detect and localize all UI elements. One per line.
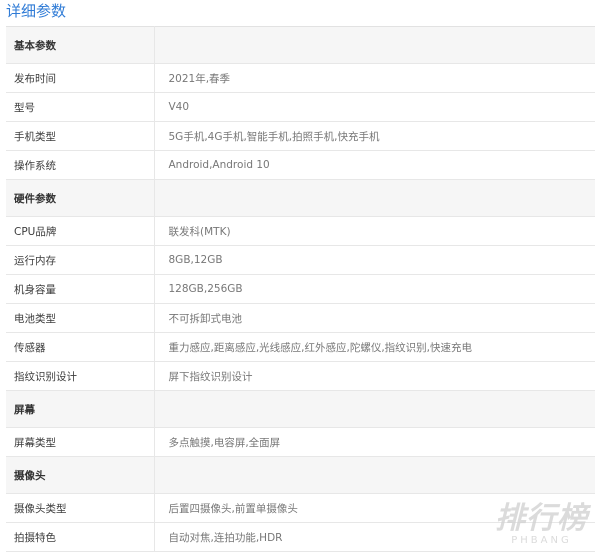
spec-value: 联发科(MTK) [154,216,595,246]
table-row: 型号 V40 [6,92,595,122]
spec-key: 摄像头类型 [6,493,155,523]
spec-value: 屏下指纹识别设计 [154,361,595,391]
spec-key: 型号 [6,92,155,122]
spec-key: 手机类型 [6,121,155,151]
spec-value: 不可拆卸式电池 [154,303,595,333]
table-row: CPU品牌 联发科(MTK) [6,216,595,246]
table-row: 发布时间 2021年,春季 [6,63,595,93]
table-row: 屏幕类型 多点触摸,电容屏,全面屏 [6,427,595,457]
spec-value: 重力感应,距离感应,光线感应,红外感应,陀螺仪,指纹识别,快速充电 [154,332,595,362]
table-row: 拍摄特色 自动对焦,连拍功能,HDR [6,522,595,552]
spec-table: 基本参数 发布时间 2021年,春季 型号 V40 手机类型 5G手机,4G手机… [6,26,595,552]
spec-value: 128GB,256GB [154,274,595,304]
spec-key: 屏幕类型 [6,427,155,457]
section-header: 硬件参数 [6,179,595,217]
table-row: 运行内存 8GB,12GB [6,245,595,275]
spec-key: CPU品牌 [6,216,155,246]
table-row: 摄像头类型 后置四摄像头,前置单摄像头 [6,493,595,523]
section-header-blank [154,456,595,494]
section-title: 屏幕 [6,390,155,428]
table-row: 电池类型 不可拆卸式电池 [6,303,595,333]
spec-value: 后置四摄像头,前置单摄像头 [154,493,595,523]
spec-key: 传感器 [6,332,155,362]
spec-key: 发布时间 [6,63,155,93]
spec-table-body: 基本参数 发布时间 2021年,春季 型号 V40 手机类型 5G手机,4G手机… [6,26,595,552]
section-header-blank [154,390,595,428]
section-title: 硬件参数 [6,179,155,217]
section-header: 屏幕 [6,390,595,428]
spec-key: 拍摄特色 [6,522,155,552]
spec-key: 运行内存 [6,245,155,275]
table-row: 手机类型 5G手机,4G手机,智能手机,拍照手机,快充手机 [6,121,595,151]
spec-value: 5G手机,4G手机,智能手机,拍照手机,快充手机 [154,121,595,151]
table-row: 机身容量 128GB,256GB [6,274,595,304]
section-header-blank [154,179,595,217]
spec-value: 自动对焦,连拍功能,HDR [154,522,595,552]
spec-key: 指纹识别设计 [6,361,155,391]
spec-value: V40 [154,92,595,122]
spec-key: 操作系统 [6,150,155,180]
spec-value: 多点触摸,电容屏,全面屏 [154,427,595,457]
page-title: 详细参数 [6,2,67,20]
section-header-blank [154,26,595,64]
section-title: 摄像头 [6,456,155,494]
table-row: 传感器 重力感应,距离感应,光线感应,红外感应,陀螺仪,指纹识别,快速充电 [6,332,595,362]
section-header: 基本参数 [6,26,595,64]
section-header: 摄像头 [6,456,595,494]
spec-key: 电池类型 [6,303,155,333]
spec-value: Android,Android 10 [154,150,595,180]
table-row: 指纹识别设计 屏下指纹识别设计 [6,361,595,391]
spec-value: 8GB,12GB [154,245,595,275]
section-title: 基本参数 [6,26,155,64]
spec-value: 2021年,春季 [154,63,595,93]
spec-key: 机身容量 [6,274,155,304]
table-row: 操作系统 Android,Android 10 [6,150,595,180]
